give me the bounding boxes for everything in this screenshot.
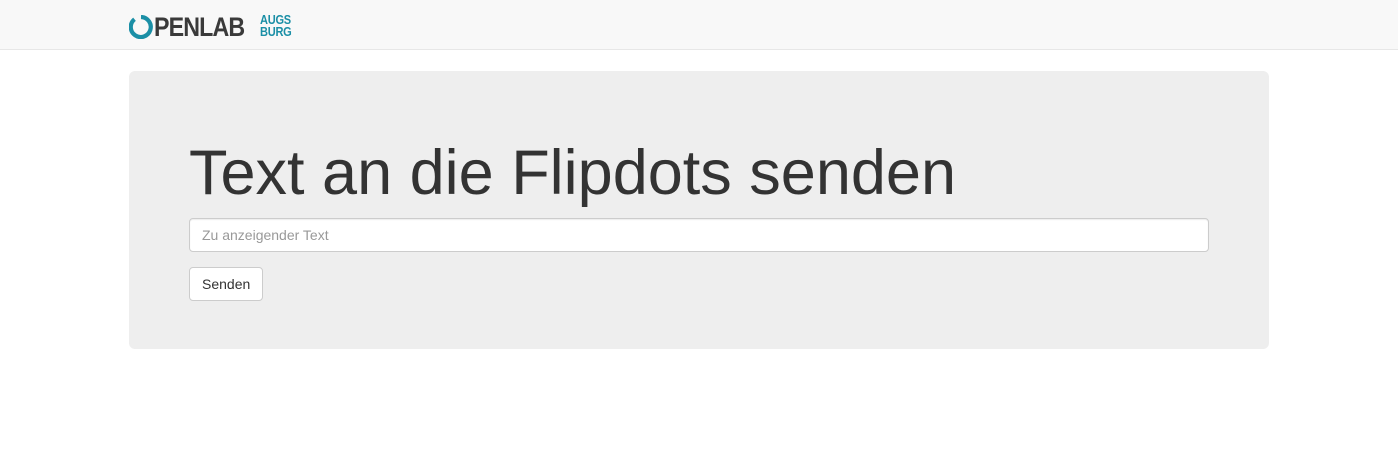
openlab-ring-logo-icon: [129, 15, 153, 39]
jumbotron: Text an die Flipdots senden Senden: [129, 71, 1269, 349]
brand-city-bottom: BURG: [260, 24, 292, 39]
brand-wordmark: PENLAB: [154, 12, 245, 42]
flipdot-text-input[interactable]: [189, 218, 1209, 252]
brand-logo-link[interactable]: PENLAB AUGS BURG: [129, 13, 297, 41]
brand-city: AUGS BURG: [260, 13, 297, 39]
navbar: PENLAB AUGS BURG: [0, 0, 1398, 50]
send-button[interactable]: Senden: [189, 267, 264, 301]
page-title: Text an die Flipdots senden: [189, 138, 956, 208]
